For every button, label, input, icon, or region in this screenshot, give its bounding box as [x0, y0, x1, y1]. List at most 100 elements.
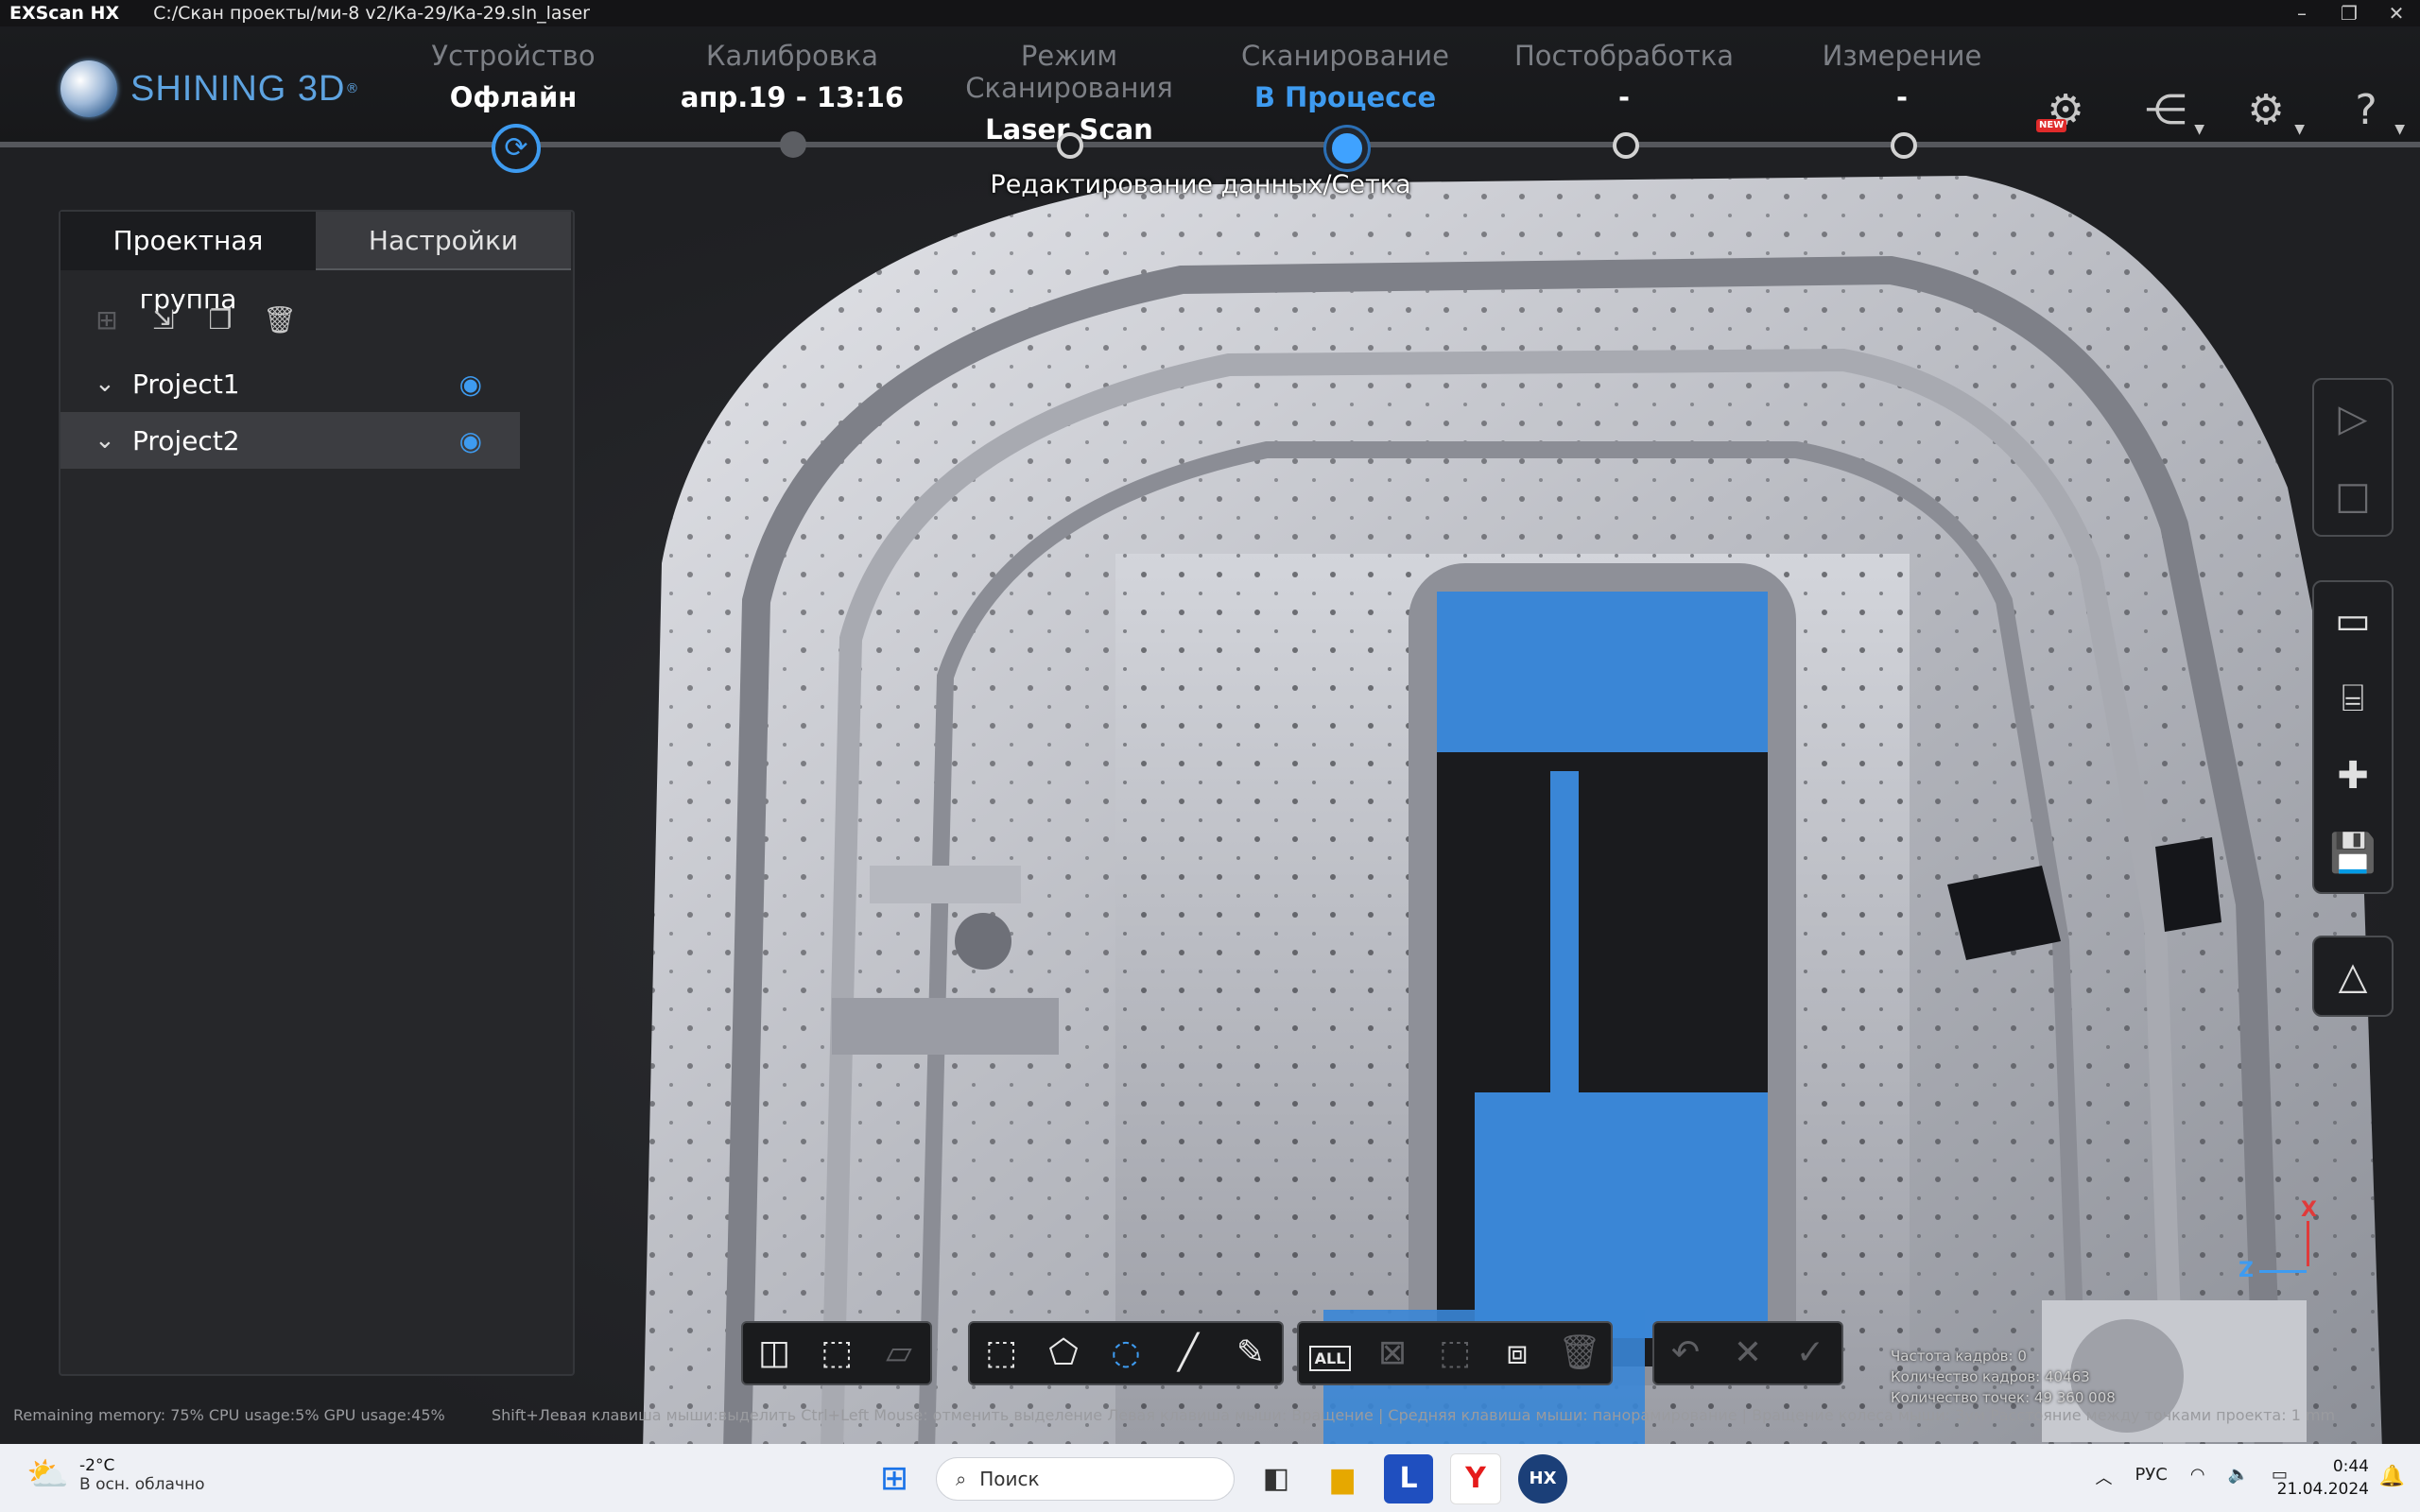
scan-stats: Частота кадров: 0 Количество кадров: 404…: [1891, 1346, 2116, 1408]
cancel-icon[interactable]: ✕: [1717, 1323, 1779, 1383]
cleanup-icon[interactable]: ⌸: [2314, 660, 2392, 737]
step-measurement[interactable]: Измерение -: [1760, 40, 2044, 113]
minimize-button[interactable]: –: [2278, 0, 2325, 26]
step-measurement-value: -: [1895, 81, 1909, 113]
device-sync-node[interactable]: ⟳: [492, 124, 541, 173]
step-scan-mode[interactable]: Режим Сканирования Laser Scan: [927, 40, 1211, 146]
mesh-generate-icon[interactable]: △: [2314, 937, 2392, 1015]
windows-taskbar: ⛅ -2°C В осн. облачно ⊞ ⌕ Поиск ◧ ▆ L Y …: [0, 1444, 2420, 1512]
add-project-icon[interactable]: ⊞: [93, 306, 121, 335]
chevron-down-icon[interactable]: ⌄: [95, 369, 132, 398]
tab-settings[interactable]: Настройки: [316, 212, 571, 270]
yandex-browser-icon[interactable]: Y: [1450, 1453, 1501, 1504]
deselect-icon[interactable]: ⊠: [1361, 1323, 1424, 1383]
step-device-label: Устройство: [431, 40, 596, 72]
project-panel: Проектная группа Настройки ⊞ ⇲ ❐ 🗑 ⌄ Pro…: [59, 210, 575, 1376]
shining3d-logo: SHINING 3D ®: [60, 60, 358, 117]
undo-icon[interactable]: ↶: [1654, 1323, 1717, 1383]
brush-select-icon[interactable]: ✎: [1219, 1323, 1282, 1383]
step-scanning-label: Сканирование: [1240, 40, 1449, 72]
tab-project-group[interactable]: Проектная группа: [60, 212, 316, 315]
help-icon[interactable]: ? ▼: [2341, 85, 2405, 136]
system-tray: ︿ РУС ◠ 🔈 ▭: [2095, 1465, 2288, 1489]
polygon-select-icon[interactable]: ⬠: [1032, 1323, 1095, 1383]
postprocessing-node[interactable]: [1613, 132, 1639, 159]
step-postprocessing-label: Постобработка: [1514, 40, 1734, 72]
project-list: ⌄ Project1 ◉ ⌄ Project2 ◉: [60, 355, 573, 469]
close-button[interactable]: ✕: [2373, 0, 2420, 26]
logo-registered-mark: ®: [345, 81, 359, 96]
line-select-icon[interactable]: ╱: [1157, 1323, 1219, 1383]
save-icon[interactable]: 💾: [2314, 815, 2392, 892]
step-scanning-value: В Процессе: [1253, 81, 1437, 113]
view-cube-icon[interactable]: ⬚: [805, 1323, 868, 1383]
import-icon[interactable]: ⇲: [149, 306, 178, 335]
project-name: Project2: [132, 424, 240, 456]
weather-cloud-sun-icon: ⛅: [26, 1455, 69, 1494]
measurement-node[interactable]: [1891, 132, 1917, 159]
select-all-icon[interactable]: ALL: [1299, 1323, 1361, 1383]
layout-window-icon[interactable]: ▭: [2314, 582, 2392, 660]
scanning-node-active[interactable]: [1326, 128, 1368, 169]
resource-status: Remaining memory: 75% CPU usage:5% GPU u…: [13, 1406, 445, 1424]
search-placeholder: Поиск: [979, 1468, 1040, 1490]
notification-bell-icon[interactable]: 🔔: [2379, 1465, 2405, 1488]
axis-x-label: X: [2301, 1198, 2317, 1222]
windows-start-icon[interactable]: ⊞: [870, 1454, 919, 1503]
view-front-icon[interactable]: ◫: [743, 1323, 805, 1383]
point-count: Количество точек: 49 360 008: [1891, 1389, 2116, 1406]
new-features-icon[interactable]: ⚙ NEW: [2036, 85, 2091, 136]
taskbar-clock[interactable]: 0:44 21.04.2024: [2277, 1455, 2369, 1501]
file-explorer-icon[interactable]: ▆: [1318, 1454, 1367, 1503]
apply-icon[interactable]: ✓: [1779, 1323, 1841, 1383]
step-scanning[interactable]: Сканирование В Процессе: [1203, 40, 1487, 113]
project-item[interactable]: ⌄ Project2 ◉: [60, 412, 520, 469]
volume-icon[interactable]: 🔈: [2228, 1465, 2249, 1489]
project-item[interactable]: ⌄ Project1 ◉: [60, 355, 520, 412]
wifi-icon[interactable]: ◠: [2190, 1465, 2205, 1489]
settings-gear-icon[interactable]: ⚙ ▼: [2240, 85, 2305, 136]
task-view-icon[interactable]: ◧: [1252, 1454, 1301, 1503]
selection-ops-toolbar: ALL ⊠ ⬚ ⧈ 🗑: [1297, 1321, 1613, 1385]
search-icon: ⌕: [956, 1468, 967, 1490]
language-indicator[interactable]: РУС: [2135, 1465, 2167, 1489]
frame-count: Количество кадров: 40463: [1891, 1368, 2090, 1385]
view-toolbar: ◫ ⬚ ⏥: [741, 1321, 932, 1385]
weather-condition: В осн. облачно: [79, 1475, 205, 1494]
delete-icon[interactable]: 🗑: [263, 306, 297, 335]
plugin-puzzle-icon[interactable]: ✚: [2314, 737, 2392, 815]
step-postprocessing[interactable]: Постобработка -: [1482, 40, 1766, 113]
app-l-icon[interactable]: L: [1384, 1454, 1433, 1503]
select-connected-icon[interactable]: ⧈: [1486, 1323, 1548, 1383]
view-plane-icon[interactable]: ⏥: [868, 1323, 930, 1383]
rect-select-icon[interactable]: ⬚: [970, 1323, 1032, 1383]
taskbar-apps: ⊞ ⌕ Поиск ◧ ▆ L Y HX: [870, 1453, 1567, 1504]
duplicate-icon[interactable]: ❐: [206, 306, 234, 335]
step-scan-mode-label: Режим Сканирования: [965, 40, 1173, 104]
invert-selection-icon[interactable]: ⬚: [1424, 1323, 1486, 1383]
play-scan-icon[interactable]: ▷: [2314, 380, 2392, 457]
lasso-select-icon[interactable]: ◌: [1095, 1323, 1157, 1383]
step-calibration-label: Калибровка: [705, 40, 879, 72]
right-toolbar-mesh: △: [2312, 936, 2394, 1017]
delete-selection-icon[interactable]: 🗑: [1548, 1323, 1611, 1383]
workflow-header: SHINING 3D ® Устройство Офлайн Калибровк…: [0, 26, 2420, 146]
stop-scan-icon[interactable]: □: [2314, 457, 2392, 535]
workflow-progress-line: [0, 142, 2420, 147]
eye-visibility-icon[interactable]: ◉: [459, 369, 482, 400]
axis-x-line: [2307, 1221, 2309, 1266]
step-calibration[interactable]: Калибровка апр.19 - 13:16: [650, 40, 934, 113]
calibration-node[interactable]: [780, 131, 806, 158]
step-device[interactable]: Устройство Офлайн: [372, 40, 655, 113]
window-controls: – ❐ ✕: [2278, 0, 2420, 26]
weather-widget[interactable]: ⛅ -2°C В осн. облачно: [26, 1455, 204, 1495]
eye-visibility-icon[interactable]: ◉: [459, 425, 482, 456]
taskbar-search[interactable]: ⌕ Поиск: [936, 1457, 1235, 1501]
exscan-hx-icon[interactable]: HX: [1518, 1454, 1567, 1503]
scan-mode-node[interactable]: [1057, 132, 1083, 159]
clock-time: 0:44: [2332, 1457, 2369, 1476]
share-icon[interactable]: ⋲ ▼: [2140, 85, 2204, 136]
restore-button[interactable]: ❐: [2325, 0, 2373, 26]
chevron-down-icon[interactable]: ⌄: [95, 426, 132, 455]
chevron-up-icon[interactable]: ︿: [2095, 1465, 2112, 1489]
